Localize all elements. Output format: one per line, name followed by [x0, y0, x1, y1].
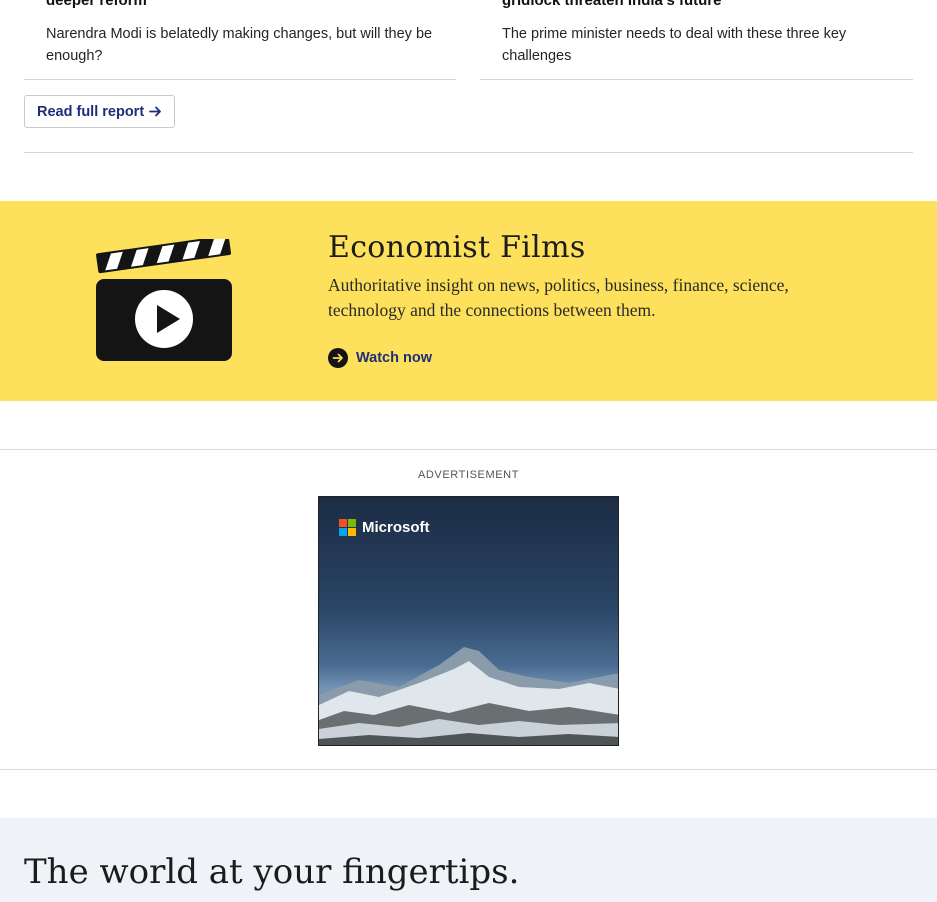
- films-title[interactable]: Economist Films: [328, 230, 586, 265]
- advertisement-label: ADVERTISEMENT: [417, 469, 520, 481]
- ad-divider-top: [0, 449, 937, 450]
- ad-brand-name: Microsoft: [362, 519, 430, 536]
- watch-now-link[interactable]: Watch now: [328, 348, 432, 368]
- microsoft-logo-icon: [339, 519, 356, 536]
- arrow-right-circle-icon: [328, 348, 348, 368]
- watch-now-label: Watch now: [356, 350, 432, 366]
- advertisement-banner[interactable]: Microsoft: [318, 496, 619, 746]
- microsoft-logo: Microsoft: [339, 519, 430, 536]
- footer-tagline: The world at your fingertips.: [24, 852, 520, 892]
- read-full-report-label: Read full report: [37, 103, 145, 120]
- read-full-report-button[interactable]: Read full report: [24, 95, 176, 128]
- article-summary: Narendra Modi is belatedly making change…: [46, 26, 433, 64]
- section-divider: [24, 152, 913, 153]
- article-headline[interactable]: gridlock threaten India’s future: [502, 0, 721, 11]
- films-description: Authoritative insight on news, politics,…: [328, 275, 789, 320]
- ad-divider-bottom: [0, 769, 937, 770]
- economist-films-banner: Economist Films Authoritative insight on…: [0, 201, 937, 401]
- mountain-landscape-image: [319, 647, 618, 745]
- arrow-right-icon: [149, 106, 162, 117]
- related-articles: deeper reform Narendra Modi is belatedly…: [24, 0, 913, 80]
- clapperboard-play-icon[interactable]: [95, 239, 235, 363]
- article-summary: The prime minister needs to deal with th…: [502, 26, 847, 64]
- article-card[interactable]: gridlock threaten India’s future The pri…: [480, 0, 913, 80]
- subscribe-banner: The world at your fingertips.: [0, 818, 937, 902]
- article-headline[interactable]: deeper reform: [46, 0, 147, 11]
- article-card[interactable]: deeper reform Narendra Modi is belatedly…: [24, 0, 456, 80]
